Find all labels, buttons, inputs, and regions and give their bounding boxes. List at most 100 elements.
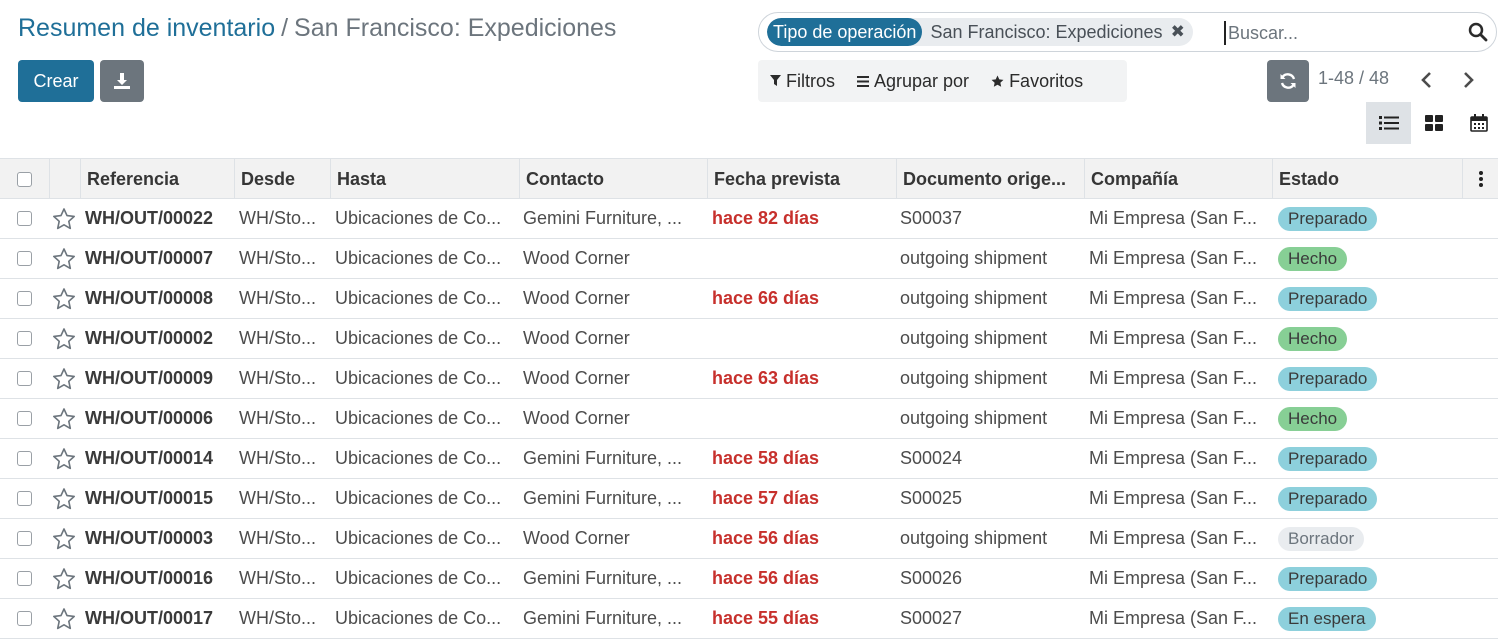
group-by-button[interactable]: Agrupar por [857,71,969,92]
bars-icon [857,75,869,87]
priority-star-icon[interactable] [52,447,76,471]
priority-star-icon[interactable] [52,607,76,631]
status-badge: Borrador [1278,526,1365,551]
column-header-status[interactable]: Estado [1272,159,1462,199]
select-all-checkbox[interactable] [17,171,32,187]
search-facet: Tipo de operación San Francisco: Expedic… [767,18,1193,46]
status-badge: En espera [1278,606,1376,631]
row-checkbox[interactable] [17,291,32,306]
refresh-button[interactable] [1267,60,1309,102]
table-row[interactable]: WH/OUT/00016 WH/Sto... Ubicaciones de Co..… [0,559,1498,599]
from-cell: WH/Sto... [239,208,317,228]
column-header-to[interactable]: Hasta [330,159,519,199]
column-header-contact[interactable]: Contacto [519,159,707,199]
column-header-from[interactable]: Desde [234,159,330,199]
pager-value[interactable]: 1-48 / 48 [1318,68,1389,89]
status-cell: Preparado [1274,479,1462,518]
table-row[interactable]: WH/OUT/00003 WH/Sto... Ubicaciones de Co..… [0,519,1498,559]
breadcrumb-parent-link[interactable]: Resumen de inventario [18,14,275,42]
table-row[interactable]: WH/OUT/00022 WH/Sto... Ubicaciones de Co..… [0,199,1498,239]
status-cell: Preparado [1274,559,1462,598]
priority-star-icon[interactable] [52,487,76,511]
favorites-button[interactable]: Favoritos [991,71,1083,92]
optional-columns-toggle[interactable] [1462,159,1498,199]
source-document-cell: outgoing shipment [900,248,1048,268]
source-document-cell: S00025 [900,488,963,508]
download-button[interactable] [100,60,144,102]
search-options-bar: Filtros Agrupar por Favoritos [758,60,1127,102]
contact-cell: Wood Corner [523,288,630,308]
column-header-scheduled-date[interactable]: Fecha prevista [707,159,896,199]
table-row[interactable]: WH/OUT/00015 WH/Sto... Ubicaciones de Co..… [0,479,1498,519]
pager-next-button[interactable] [1457,66,1481,94]
contact-cell: Wood Corner [523,328,630,348]
to-cell: Ubicaciones de Co... [335,208,502,228]
breadcrumb: Resumen de inventario / San Francisco: Exp… [18,14,616,43]
calendar-view-button[interactable] [1456,102,1498,144]
status-cell: Hecho [1274,239,1462,278]
row-checkbox[interactable] [17,251,32,266]
row-checkbox[interactable] [17,411,32,426]
search-icon[interactable] [1468,22,1488,42]
to-cell: Ubicaciones de Co... [335,528,502,548]
contact-cell: Gemini Furniture, ... [523,568,683,588]
priority-cell [52,399,80,438]
reference-cell: WH/OUT/00014 [85,448,214,468]
source-document-cell: outgoing shipment [900,408,1048,428]
row-checkbox[interactable] [17,451,32,466]
reference-cell: WH/OUT/00015 [85,488,214,508]
to-cell: Ubicaciones de Co... [335,448,502,468]
contact-cell: Gemini Furniture, ... [523,608,683,628]
table-row[interactable]: WH/OUT/00014 WH/Sto... Ubicaciones de Co..… [0,439,1498,479]
column-header-reference[interactable]: Referencia [80,159,234,199]
kanban-view-button[interactable] [1411,102,1456,144]
priority-cell [52,199,80,238]
scheduled-date-cell [708,399,895,438]
table-body: WH/OUT/00022 WH/Sto... Ubicaciones de Co..… [0,199,1498,639]
calendar-icon [1469,114,1488,132]
filters-button[interactable]: Filtros [770,71,835,92]
priority-star-icon[interactable] [52,527,76,551]
row-checkbox[interactable] [17,571,32,586]
scheduled-date-cell [708,239,895,278]
row-checkbox[interactable] [17,371,32,386]
scheduled-date-cell: hace 56 días [712,568,820,588]
row-checkbox[interactable] [17,531,32,546]
row-checkbox[interactable] [17,211,32,226]
scheduled-date-cell [708,319,895,358]
kebab-menu-icon [1478,171,1483,187]
priority-star-icon[interactable] [52,207,76,231]
table-row[interactable]: WH/OUT/00008 WH/Sto... Ubicaciones de Co..… [0,279,1498,319]
priority-star-icon[interactable] [52,327,76,351]
facet-remove-icon[interactable]: ✖ [1169,18,1193,46]
table-row[interactable]: WH/OUT/00009 WH/Sto... Ubicaciones de Co..… [0,359,1498,399]
column-header-company[interactable]: Compañía [1084,159,1272,199]
filters-label: Filtros [786,70,835,91]
company-cell: Mi Empresa (San F... [1089,208,1258,228]
priority-star-icon[interactable] [52,247,76,271]
contact-cell: Gemini Furniture, ... [523,448,683,468]
group-by-label: Agrupar por [874,70,970,91]
pager-previous-button[interactable] [1414,66,1438,94]
row-select-cell [0,559,49,598]
kanban-icon [1424,115,1443,131]
table-row[interactable]: WH/OUT/00006 WH/Sto... Ubicaciones de Co..… [0,399,1498,439]
column-header-source-document[interactable]: Documento orige... [896,159,1084,199]
header-star-cell [49,159,80,199]
reference-cell: WH/OUT/00009 [85,368,214,388]
priority-star-icon[interactable] [52,367,76,391]
table-row[interactable]: WH/OUT/00017 WH/Sto... Ubicaciones de Co..… [0,599,1498,639]
row-checkbox[interactable] [17,331,32,346]
create-button[interactable]: Crear [18,60,94,102]
table-row[interactable]: WH/OUT/00007 WH/Sto... Ubicaciones de Co..… [0,239,1498,279]
priority-star-icon[interactable] [52,407,76,431]
list-view-button[interactable] [1366,102,1411,144]
from-cell: WH/Sto... [239,248,317,268]
row-checkbox[interactable] [17,611,32,626]
row-checkbox[interactable] [17,491,32,506]
company-cell: Mi Empresa (San F... [1089,408,1258,428]
priority-star-icon[interactable] [52,287,76,311]
search-input[interactable] [1224,21,1464,45]
priority-star-icon[interactable] [52,567,76,591]
table-row[interactable]: WH/OUT/00002 WH/Sto... Ubicaciones de Co..… [0,319,1498,359]
